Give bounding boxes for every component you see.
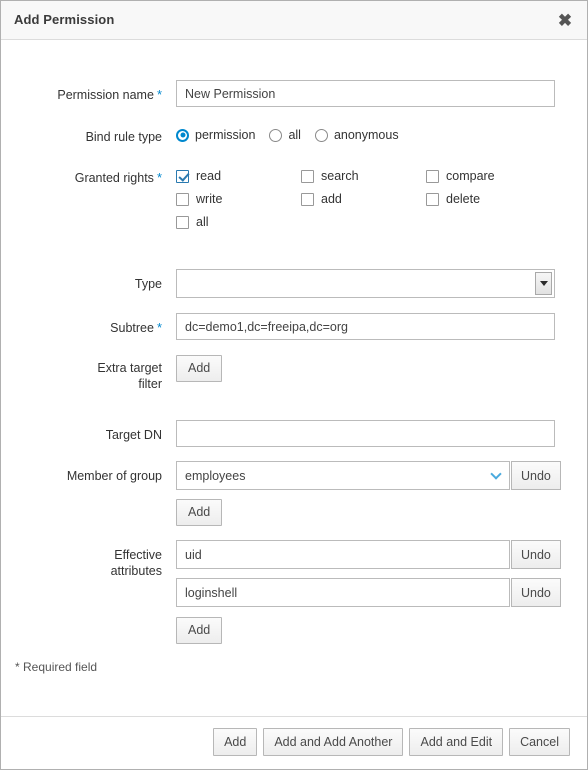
radio-indicator-all <box>269 128 283 142</box>
dialog-body: Permission name* Bind rule type permissi… <box>1 40 587 769</box>
triangle-down-icon[interactable] <box>535 272 552 295</box>
checkbox-label-compare: compare <box>446 169 495 183</box>
checkbox-indicator-compare <box>426 169 439 183</box>
subtree-input[interactable] <box>176 313 555 340</box>
required-asterisk: * <box>156 170 162 185</box>
radio-indicator-anonymous <box>314 128 328 142</box>
effective-attribute-undo-button-1[interactable]: Undo <box>511 540 561 569</box>
checkbox-indicator-read <box>176 169 189 183</box>
checkbox-label-all: all <box>196 215 209 229</box>
radio-label-permission: permission <box>195 128 256 142</box>
required-asterisk: * <box>156 87 162 102</box>
checkbox-label-write: write <box>196 192 223 206</box>
radio-indicator-permission <box>176 128 189 142</box>
cancel-button[interactable]: Cancel <box>509 728 570 756</box>
field-type: Type <box>1 269 587 298</box>
member-of-group-undo-button[interactable]: Undo <box>511 461 561 490</box>
target-dn-label: Target DN <box>105 428 162 442</box>
target-dn-input[interactable] <box>176 420 555 447</box>
checkbox-indicator-write <box>176 192 189 206</box>
add-and-edit-button[interactable]: Add and Edit <box>409 728 504 756</box>
checkbox-write[interactable]: write <box>176 192 222 206</box>
radio-label-all: all <box>288 128 301 142</box>
checkbox-label-read: read <box>196 169 222 183</box>
effective-attributes-label: Effective attributes <box>110 548 162 578</box>
dialog-header: Add Permission ✖ <box>1 1 587 40</box>
checkbox-compare[interactable]: compare <box>426 169 495 183</box>
member-of-group-add-button[interactable]: Add <box>176 499 223 526</box>
add-permission-dialog: Add Permission ✖ Permission name* Bind r… <box>0 0 588 770</box>
effective-attribute-input-1[interactable] <box>176 540 510 569</box>
checkbox-read[interactable]: read <box>176 169 221 183</box>
checkbox-all[interactable]: all <box>176 215 209 229</box>
granted-rights-label: Granted rights * <box>74 170 162 185</box>
dialog-footer: Add Add and Add Another Add and Edit Can… <box>1 716 587 769</box>
add-button[interactable]: Add <box>213 728 258 756</box>
checkbox-indicator-search <box>301 169 314 183</box>
radio-label-anonymous: anonymous <box>333 128 399 142</box>
effective-attribute-input-2[interactable] <box>176 578 510 607</box>
checkbox-indicator-delete <box>426 192 439 206</box>
checkbox-label-delete: delete <box>446 192 481 206</box>
permission-name-input[interactable] <box>176 80 555 107</box>
type-select[interactable] <box>176 269 555 298</box>
member-of-group-combobox[interactable] <box>176 461 510 490</box>
add-and-add-another-button[interactable]: Add and Add Another <box>263 728 404 756</box>
effective-attributes-add-button[interactable]: Add <box>176 617 223 644</box>
extra-target-filter-add-button[interactable]: Add <box>176 355 223 382</box>
required-asterisk: * <box>156 320 162 335</box>
bind-rule-type-radio-group: permission all anonymous <box>176 128 413 142</box>
footer-button-group: Add Add and Add Another Add and Edit Can… <box>213 728 570 756</box>
required-field-note: * Required field <box>15 660 98 674</box>
field-member-of-group: Member of group Undo Add <box>1 461 587 526</box>
radio-all[interactable]: all <box>269 128 301 142</box>
type-label: Type <box>134 277 162 291</box>
permission-name-label: Permission name * <box>57 87 162 102</box>
extra-target-filter-label: Extra target filter <box>97 361 162 391</box>
checkbox-add[interactable]: add <box>301 192 342 206</box>
member-of-group-input[interactable] <box>176 461 510 490</box>
checkbox-delete[interactable]: delete <box>426 192 480 206</box>
radio-anonymous[interactable]: anonymous <box>314 128 399 142</box>
radio-permission[interactable]: permission <box>176 128 255 142</box>
checkbox-indicator-all <box>176 215 189 229</box>
checkbox-indicator-add <box>301 192 314 206</box>
member-of-group-label: Member of group <box>66 469 162 483</box>
close-icon[interactable]: ✖ <box>554 9 576 31</box>
bind-rule-type-label: Bind rule type <box>85 130 162 144</box>
page-title: Add Permission <box>14 12 115 27</box>
checkbox-label-search: search <box>321 169 359 183</box>
checkbox-search[interactable]: search <box>301 169 359 183</box>
subtree-label: Subtree * <box>110 320 162 335</box>
effective-attribute-undo-button-2[interactable]: Undo <box>511 578 561 607</box>
checkbox-label-add: add <box>321 192 342 206</box>
